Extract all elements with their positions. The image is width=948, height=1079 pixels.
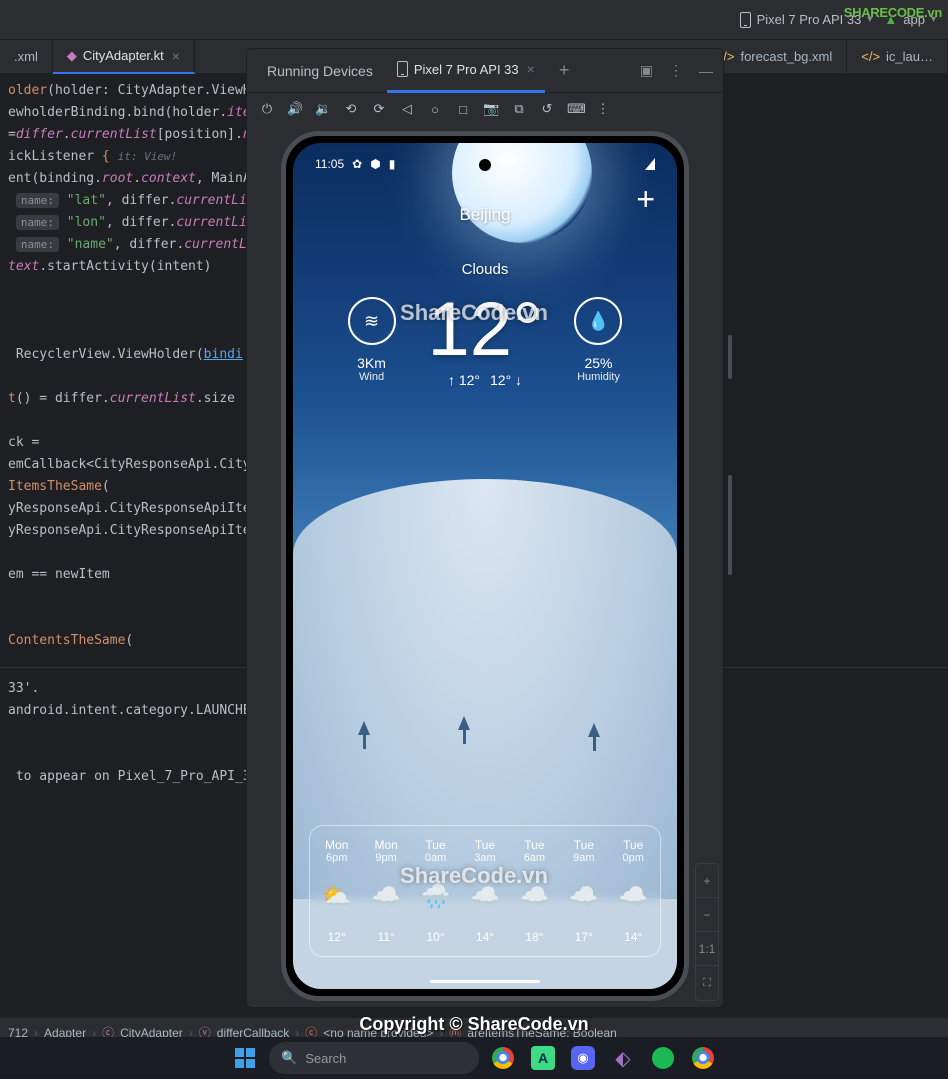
window-icon[interactable]: ▣ bbox=[640, 62, 653, 79]
humidity-icon: 💧 bbox=[574, 297, 622, 345]
power-icon[interactable]: ⏻ bbox=[259, 101, 275, 117]
ide-top-bar: Pixel 7 Pro API 33 ▾ ▲ app ▾ bbox=[0, 0, 948, 40]
zoom-in-button[interactable]: + bbox=[696, 864, 718, 898]
zoom-reset-button[interactable]: 1:1 bbox=[696, 932, 718, 966]
device-icon bbox=[740, 12, 751, 28]
running-devices-title: Running Devices bbox=[257, 63, 383, 79]
zoom-out-button[interactable]: − bbox=[696, 898, 718, 932]
volume-up-icon[interactable]: 🔊 bbox=[287, 101, 303, 117]
sharecode-logo: SHARECODE.vn bbox=[844, 5, 942, 20]
snapshot-icon[interactable]: ↺ bbox=[539, 101, 555, 117]
status-time: 11:05 bbox=[315, 157, 344, 171]
windows-taskbar: 🔍 Search A ◉ ⬖ bbox=[0, 1037, 948, 1079]
more-icon[interactable]: ⋮ bbox=[669, 62, 683, 79]
phone-screen[interactable]: 11:05 ✿ ⬢ ▮ + Beijing Clouds bbox=[293, 143, 677, 989]
discord-icon[interactable]: ◉ bbox=[567, 1042, 599, 1074]
gear-icon: ✿ bbox=[352, 157, 362, 171]
screenshot-icon[interactable]: 📷 bbox=[483, 101, 499, 117]
wind-stat: ≋ 3Km Wind bbox=[348, 297, 396, 383]
close-icon[interactable]: × bbox=[172, 48, 180, 64]
home-icon[interactable]: ○ bbox=[427, 102, 443, 117]
camera-hole bbox=[479, 159, 491, 171]
phone-frame: 11:05 ✿ ⬢ ▮ + Beijing Clouds bbox=[281, 131, 689, 1001]
weather-main: Beijing Clouds ≋ 3Km Wind 12° ↑ 12° 1 bbox=[293, 205, 677, 388]
forecast-item[interactable]: Tue9am☁️17° bbox=[559, 838, 608, 944]
emulator-toolbar: ⏻ 🔊 🔉 ⟲ ⟳ ◁ ○ □ 📷 ⧉ ↺ ⌨ ⋮ bbox=[247, 93, 723, 125]
city-name: Beijing bbox=[293, 205, 677, 225]
running-devices-panel: Running Devices Pixel 7 Pro API 33 × + ▣… bbox=[246, 48, 724, 1008]
search-icon: 🔍 bbox=[281, 1050, 297, 1066]
kotlin-icon: ◆ bbox=[67, 48, 77, 64]
zoom-fit-button[interactable]: ⛶ bbox=[696, 966, 718, 1000]
volume-buttons bbox=[728, 475, 732, 575]
tab-ic-lau[interactable]: </> ic_lau… bbox=[847, 40, 948, 74]
device-icon bbox=[397, 61, 408, 77]
hi-lo-temps: ↑ 12° 12° ↓ bbox=[428, 372, 543, 388]
visual-studio-icon[interactable]: ⬖ bbox=[607, 1042, 639, 1074]
chrome-icon[interactable] bbox=[487, 1042, 519, 1074]
minimize-icon[interactable]: — bbox=[699, 63, 713, 79]
forecast-item[interactable]: Mon9pm☁️11° bbox=[361, 838, 410, 944]
taskbar-search[interactable]: 🔍 Search bbox=[269, 1042, 479, 1074]
volume-down-icon[interactable]: 🔉 bbox=[315, 101, 331, 117]
close-icon[interactable]: × bbox=[527, 61, 535, 77]
signal-icon bbox=[645, 158, 655, 170]
temperature: 12° bbox=[428, 292, 543, 368]
landscape bbox=[293, 499, 677, 779]
power-button bbox=[728, 335, 732, 379]
tab-cityadapter[interactable]: ◆ CityAdapter.kt × bbox=[53, 40, 195, 74]
rotate-left-icon[interactable]: ⟲ bbox=[343, 101, 359, 117]
forecast-item[interactable]: Mon6pm⛅12° bbox=[312, 838, 361, 944]
extended-icon[interactable]: ⌨ bbox=[567, 101, 583, 117]
forecast-item[interactable]: Tue0am🌧️10° bbox=[411, 838, 460, 944]
android-studio-icon[interactable]: A bbox=[527, 1042, 559, 1074]
record-icon[interactable]: ⧉ bbox=[511, 101, 527, 117]
device-stage: 11:05 ✿ ⬢ ▮ + Beijing Clouds bbox=[247, 125, 723, 1007]
emulator-tabs: Running Devices Pixel 7 Pro API 33 × + ▣… bbox=[247, 49, 723, 93]
humidity-stat: 💧 25% Humidity bbox=[574, 297, 622, 383]
weather-condition: Clouds bbox=[293, 261, 677, 278]
chrome-canary-icon[interactable] bbox=[687, 1042, 719, 1074]
add-device-button[interactable]: + bbox=[549, 60, 580, 81]
forecast-item[interactable]: Tue3am☁️14° bbox=[460, 838, 509, 944]
start-button[interactable] bbox=[229, 1042, 261, 1074]
zoom-controls: + − 1:1 ⛶ bbox=[695, 863, 719, 1001]
tab-xml[interactable]: .xml bbox=[0, 40, 53, 74]
card-icon: ▮ bbox=[389, 157, 396, 171]
overview-icon[interactable]: □ bbox=[455, 102, 471, 117]
more-icon[interactable]: ⋮ bbox=[595, 101, 611, 117]
home-indicator[interactable] bbox=[430, 980, 540, 983]
forecast-row[interactable]: Mon6pm⛅12°Mon9pm☁️11°Tue0am🌧️10°Tue3am☁️… bbox=[309, 825, 661, 957]
wind-icon: ≋ bbox=[348, 297, 396, 345]
spotify-icon[interactable] bbox=[647, 1042, 679, 1074]
forecast-item[interactable]: Tue6am☁️18° bbox=[510, 838, 559, 944]
forecast-item[interactable]: Tue0pm☁️14° bbox=[609, 838, 658, 944]
shield-icon: ⬢ bbox=[370, 157, 380, 171]
back-icon[interactable]: ◁ bbox=[399, 101, 415, 117]
xml-icon: </> bbox=[861, 49, 880, 64]
emulator-device-tab[interactable]: Pixel 7 Pro API 33 × bbox=[387, 49, 545, 93]
rotate-right-icon[interactable]: ⟳ bbox=[371, 101, 387, 117]
